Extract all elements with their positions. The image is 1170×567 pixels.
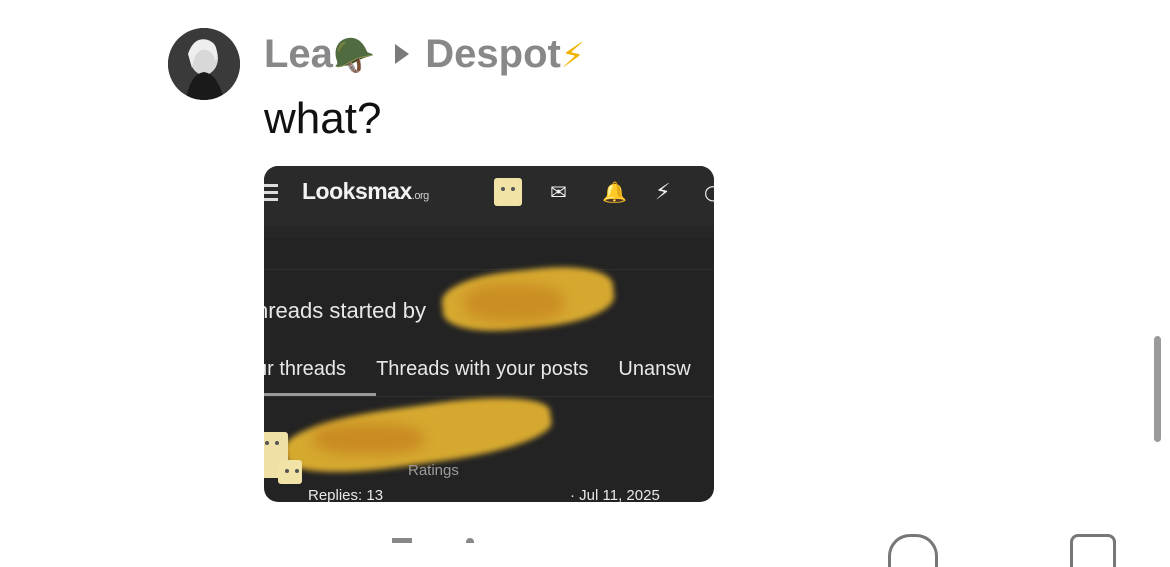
avatar-image [168, 28, 240, 100]
avatar-icon [494, 178, 522, 206]
post-text: what? [264, 94, 382, 143]
bookmark-icon[interactable] [1070, 534, 1116, 567]
scrollbar-thumb[interactable] [1154, 336, 1161, 442]
action-icon-partial[interactable] [466, 538, 474, 543]
post-header: Lea🪖 Despot⚡ [264, 30, 585, 78]
image-logo: Looksmax.org [302, 178, 429, 204]
ratings-label: Ratings [408, 462, 459, 479]
image-nav-shadow [264, 226, 714, 238]
action-icon-partial[interactable] [392, 538, 412, 543]
thread-small-avatar-icon [278, 460, 302, 484]
attached-image[interactable]: Looksmax.org ✉ 🔔 ⚡ ○ hreads started by u… [264, 166, 714, 502]
menu-icon [264, 180, 278, 204]
author-avatar[interactable] [168, 28, 240, 100]
redaction-smudge-core [464, 284, 564, 322]
author-name[interactable]: Lea🪖 [264, 32, 375, 77]
replies-count: Replies: 13 [308, 487, 384, 502]
image-tabs: ur threads Threads with your posts Unans… [264, 358, 691, 381]
image-tab: ur threads [264, 358, 347, 380]
search-icon: ○ [704, 180, 714, 204]
lightning-icon: ⚡ [655, 180, 671, 205]
tabs-divider [264, 396, 714, 397]
redaction-smudge-core [314, 424, 424, 454]
heart-icon[interactable] [888, 534, 938, 567]
reply-arrow-icon [395, 44, 410, 64]
image-tab: Unansw [618, 358, 691, 380]
image-heading: hreads started by [264, 298, 426, 323]
thread-date: · Jul 11, 2025 [570, 487, 660, 502]
mail-icon: ✉ [550, 180, 567, 204]
image-tab: Threads with your posts [376, 358, 589, 380]
image-divider [264, 269, 714, 270]
helmet-icon: 🪖 [332, 35, 376, 76]
bell-icon: 🔔 [602, 180, 627, 204]
lightning-emoji-icon: ⚡ [560, 35, 585, 76]
recipient-name[interactable]: Despot⚡ [425, 32, 584, 77]
